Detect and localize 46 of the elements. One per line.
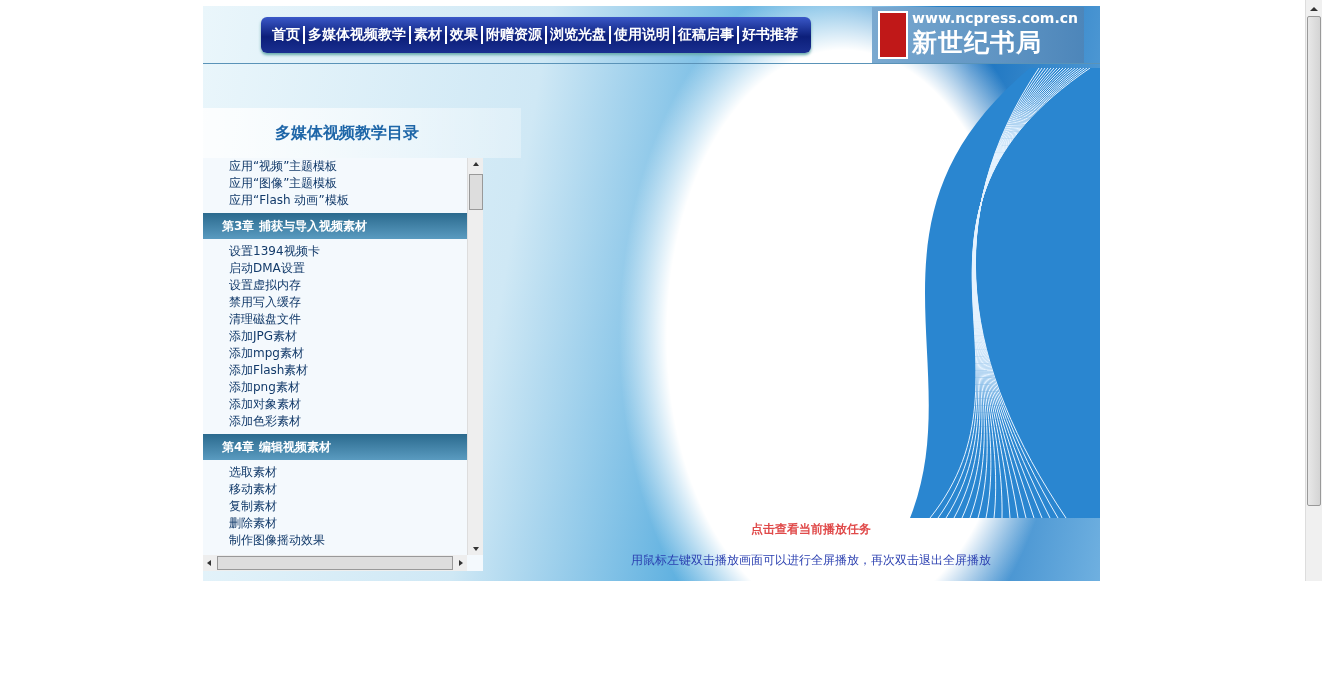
scroll-up-icon[interactable] — [472, 162, 479, 166]
horizontal-scrollbar[interactable] — [203, 555, 467, 571]
lesson-link[interactable]: 添加JPG素材 — [203, 328, 467, 345]
nav-link[interactable]: 好书推荐 — [739, 25, 801, 44]
lesson-link[interactable]: 选取素材 — [203, 464, 467, 481]
nav-link[interactable]: 附赠资源 — [483, 25, 545, 44]
site-url: www.ncpress.com.cn — [912, 10, 1078, 26]
lesson-link[interactable]: 清理磁盘文件 — [203, 311, 467, 328]
nav-link[interactable]: 首页 — [269, 25, 303, 44]
toc-title: 多媒体视频教学目录 — [203, 108, 521, 158]
lesson-link[interactable]: 复制素材 — [203, 498, 467, 515]
site-name: 新世纪书局 — [912, 27, 1043, 59]
nav-link[interactable]: 征稿启事 — [675, 25, 737, 44]
nav-link[interactable]: 素材 — [411, 25, 445, 44]
nav-link[interactable]: 使用说明 — [611, 25, 673, 44]
scrollbar-thumb[interactable] — [1307, 16, 1321, 506]
chapter-header[interactable]: 第4章 编辑视频素材 — [203, 434, 467, 460]
scroll-left-icon[interactable] — [207, 560, 211, 566]
scrollbar-thumb[interactable] — [468, 173, 483, 210]
lesson-link[interactable]: 添加mpg素材 — [203, 345, 467, 362]
lesson-link[interactable]: 应用“视频”主题模板 — [203, 158, 467, 175]
scrollbar-thumb[interactable] — [217, 556, 453, 570]
lesson-link[interactable]: 启动DMA设置 — [203, 260, 467, 277]
lesson-link[interactable]: 禁用写入缓存 — [203, 294, 467, 311]
nav-link[interactable]: 多媒体视频教学 — [305, 25, 409, 44]
scroll-down-icon[interactable] — [472, 547, 479, 551]
lesson-link[interactable]: 制作图像摇动效果 — [203, 532, 467, 549]
lesson-link[interactable]: 移动素材 — [203, 481, 467, 498]
current-task-link[interactable]: 点击查看当前播放任务 — [750, 521, 871, 538]
vertical-scrollbar[interactable] — [467, 158, 483, 555]
fullscreen-hint: 用鼠标左键双击播放画面可以进行全屏播放，再次双击退出全屏播放 — [630, 552, 991, 569]
lesson-link[interactable]: 应用“图像”主题模板 — [203, 175, 467, 192]
lesson-link[interactable]: 应用“Flash 动画”模板 — [203, 192, 467, 209]
page-scrollbar[interactable] — [1305, 0, 1322, 581]
scroll-right-icon[interactable] — [459, 560, 463, 566]
lesson-link[interactable]: 添加Flash素材 — [203, 362, 467, 379]
lesson-link[interactable]: 设置1394视频卡 — [203, 243, 467, 260]
chapter-header[interactable]: 第3章 捕获与导入视频素材 — [203, 213, 467, 239]
nav-link[interactable]: 效果 — [447, 25, 481, 44]
lesson-link[interactable]: 删除素材 — [203, 515, 467, 532]
scroll-up-icon[interactable] — [1310, 6, 1318, 12]
lesson-link[interactable]: 添加png素材 — [203, 379, 467, 396]
nav-link[interactable]: 浏览光盘 — [547, 25, 609, 44]
lesson-link[interactable]: 添加色彩素材 — [203, 413, 467, 430]
lesson-link[interactable]: 设置虚拟内存 — [203, 277, 467, 294]
lesson-link[interactable]: 添加对象素材 — [203, 396, 467, 413]
